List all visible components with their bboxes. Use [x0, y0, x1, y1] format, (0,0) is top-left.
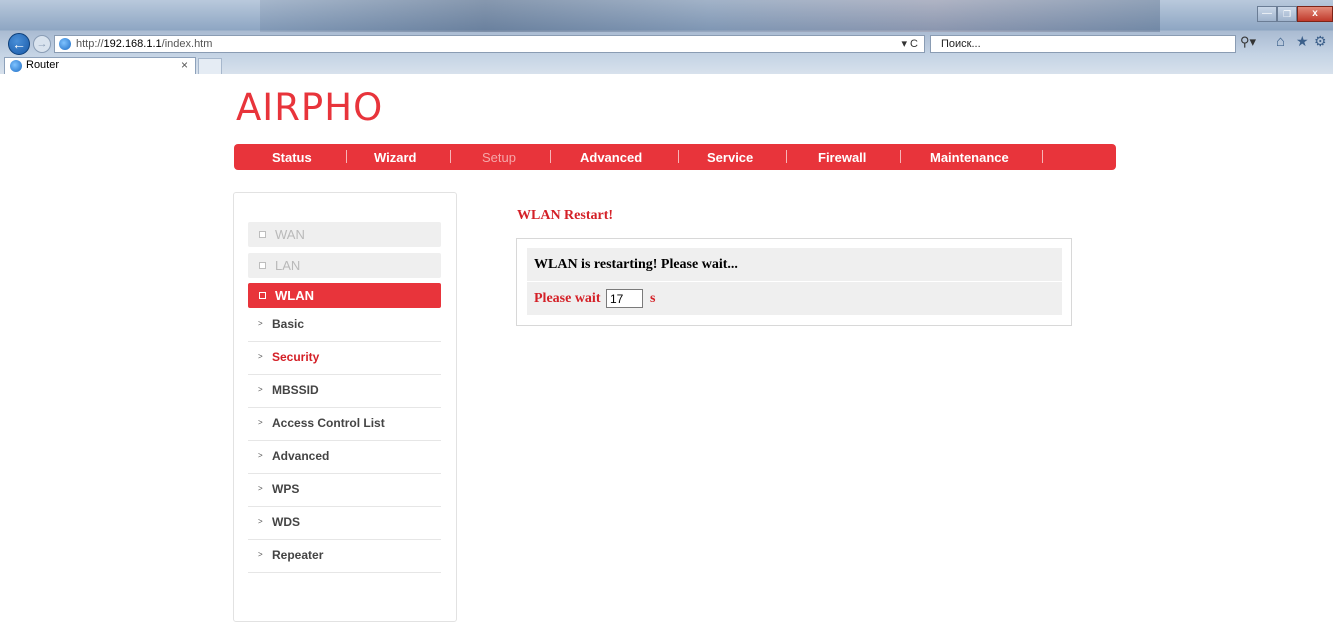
square-bullet-icon [259, 262, 266, 269]
nav-firewall[interactable]: Firewall [818, 150, 866, 165]
nav-maintenance[interactable]: Maintenance [930, 150, 1009, 165]
nav-separator [346, 150, 347, 163]
sidebar-subitem-label: Security [272, 350, 320, 364]
nav-separator [786, 150, 787, 163]
wait-unit: s [650, 291, 656, 306]
top-nav: Status Wizard Setup Advanced Service Fir… [234, 144, 1116, 170]
nav-separator [1042, 150, 1043, 163]
nav-service[interactable]: Service [707, 150, 753, 165]
ie-tab-icon [10, 60, 22, 72]
chevron-right-icon: > [258, 352, 263, 361]
sidebar-item-lan[interactable]: LAN [248, 253, 441, 278]
sidebar-subitem-mbssid[interactable]: > MBSSID [248, 375, 441, 408]
nav-separator [550, 150, 551, 163]
nav-status[interactable]: Status [272, 150, 312, 165]
tab-label: Router [26, 59, 60, 71]
home-icon[interactable]: ⌂ [1276, 33, 1285, 50]
nav-separator [450, 150, 451, 163]
sidebar-subitem-label: WDS [272, 515, 300, 529]
wait-label: Please wait [534, 291, 601, 306]
nav-advanced[interactable]: Advanced [580, 150, 642, 165]
nav-setup[interactable]: Setup [482, 150, 516, 165]
sidebar-subitem-access-control-list[interactable]: > Access Control List [248, 408, 441, 441]
brand-logo: AIRPHO [236, 86, 384, 129]
search-input[interactable]: Поиск... [930, 35, 1236, 53]
tab-close-icon[interactable]: × [181, 58, 188, 72]
url-path: /index.htm [161, 38, 213, 50]
chevron-right-icon: > [258, 550, 263, 559]
square-bullet-icon [259, 292, 266, 299]
chevron-right-icon: > [258, 484, 263, 493]
address-bar[interactable]: http://192.168.1.1/index.htm ▾ C [54, 35, 925, 53]
sidebar-subitem-label: Advanced [272, 449, 330, 463]
sidebar-subitem-label: WPS [272, 482, 300, 496]
sidebar-subitem-security[interactable]: > Security [248, 342, 441, 375]
sidebar-item-wlan[interactable]: WLAN [248, 283, 441, 308]
address-text: http://192.168.1.1/index.htm [76, 38, 212, 50]
tab-router[interactable]: Router × [4, 57, 196, 74]
sidebar-subitem-label: Repeater [272, 548, 324, 562]
chevron-right-icon: > [258, 418, 263, 427]
message-row: WLAN is restarting! Please wait... [527, 248, 1062, 281]
countdown-field[interactable]: 17 [606, 289, 643, 308]
sidebar-subitem-repeater[interactable]: > Repeater [248, 540, 441, 573]
browser-chrome: — ❐ x ← → http://192.168.1.1/index.htm ▾… [0, 0, 1333, 74]
new-tab-button[interactable] [198, 58, 222, 74]
url-prefix: http:// [76, 38, 104, 50]
sidebar-item-label: WAN [275, 227, 305, 242]
search-icon[interactable]: ⚲▾ [1240, 34, 1256, 50]
close-window-button[interactable]: x [1297, 6, 1333, 22]
sidebar-item-label: LAN [275, 258, 301, 273]
forward-button[interactable]: → [33, 35, 51, 53]
sidebar-subitem-label: Access Control List [272, 416, 385, 430]
nav-separator [678, 150, 679, 163]
restart-message: WLAN is restarting! Please wait... [534, 257, 738, 272]
minimize-window-button[interactable]: — [1257, 6, 1277, 22]
nav-separator [900, 150, 901, 163]
nav-wizard[interactable]: Wizard [374, 150, 417, 165]
sidebar-item-wan[interactable]: WAN [248, 222, 441, 247]
title-bar-background [260, 0, 1160, 32]
chevron-right-icon: > [258, 319, 263, 328]
square-bullet-icon [259, 231, 266, 238]
sidebar-subitem-wds[interactable]: > WDS [248, 507, 441, 540]
refresh-icon[interactable]: ▾ C [901, 37, 918, 50]
back-button[interactable]: ← [8, 33, 30, 55]
sidebar-subitem-advanced[interactable]: > Advanced [248, 441, 441, 474]
countdown-row: Please wait 17 s [527, 282, 1062, 315]
sidebar-subitem-basic[interactable]: > Basic [248, 309, 441, 342]
chevron-right-icon: > [258, 385, 263, 394]
restart-panel: WLAN is restarting! Please wait... Pleas… [516, 238, 1072, 326]
ie-page-icon [59, 38, 71, 50]
sidebar: WAN LAN WLAN > Basic > Security > MBSSID… [233, 192, 457, 622]
gear-icon[interactable]: ⚙ [1314, 33, 1327, 50]
url-host: 192.168.1.1 [103, 38, 162, 50]
chevron-right-icon: > [258, 517, 263, 526]
sidebar-subitem-label: MBSSID [272, 383, 319, 397]
chevron-right-icon: > [258, 451, 263, 460]
sidebar-subitem-label: Basic [272, 317, 305, 331]
maximize-window-button[interactable]: ❐ [1277, 6, 1297, 22]
favorites-star-icon[interactable]: ★ [1296, 33, 1309, 50]
search-placeholder: Поиск... [941, 38, 981, 50]
sidebar-item-label: WLAN [275, 288, 314, 303]
page-title: WLAN Restart! [517, 208, 614, 223]
sidebar-subitem-wps[interactable]: > WPS [248, 474, 441, 507]
